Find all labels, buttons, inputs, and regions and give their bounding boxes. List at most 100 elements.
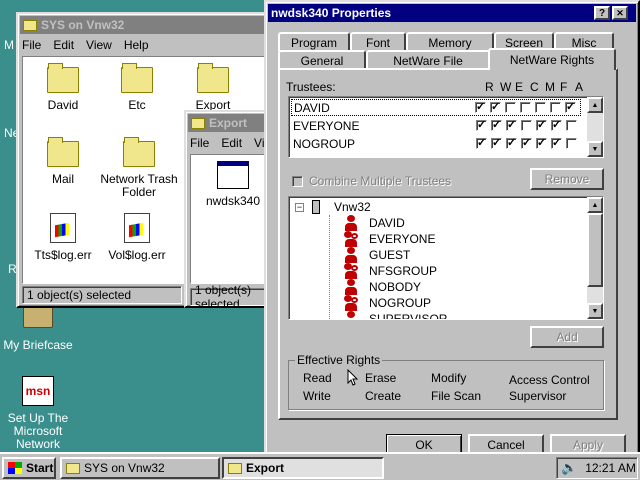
item-label: nwdsk340 (205, 194, 261, 208)
tree-item[interactable]: GUEST (343, 247, 410, 263)
export-window-titlebar[interactable]: Export (188, 114, 272, 132)
menu-edit[interactable]: Edit (53, 38, 74, 52)
close-button[interactable]: ✕ (612, 6, 628, 20)
folder-item-etc[interactable]: Etc (97, 63, 177, 112)
collapse-icon[interactable]: − (295, 202, 304, 212)
folder-item-export[interactable]: Export (173, 63, 253, 112)
tab-netware-rights[interactable]: NetWare Rights (488, 48, 616, 70)
desktop-icon-briefcase[interactable]: My Briefcase (2, 304, 74, 352)
right-checkbox-m[interactable] (536, 136, 547, 149)
rights-header-a: A (575, 80, 584, 94)
tree-root[interactable]: − Vnw32 (295, 199, 371, 215)
right-checkbox-e[interactable] (505, 102, 516, 113)
trustees-list[interactable]: DAVID EVERYONE NOGROUP ▲ ▼ (288, 96, 604, 158)
tree-scrollbar[interactable]: ▲ ▼ (587, 197, 603, 319)
right-checkbox-w[interactable] (491, 118, 502, 131)
right-checkbox-r[interactable] (475, 100, 486, 113)
sys-window-titlebar[interactable]: SYS on Vnw32 (20, 16, 274, 34)
right-checkbox-r[interactable] (476, 136, 487, 149)
properties-titlebar[interactable]: nwdsk340 Properties (268, 4, 636, 22)
scroll-down-arrow[interactable]: ▼ (587, 303, 603, 319)
tab-netware-file[interactable]: NetWare File (366, 50, 490, 69)
trustee-row[interactable]: EVERYONE (291, 117, 581, 134)
properties-dialog: nwdsk340 Properties ? ✕ Program Font Mem… (264, 0, 640, 456)
right-checkbox-c[interactable] (521, 120, 532, 131)
trustees-label: Trustees: (286, 80, 336, 94)
clock[interactable]: 12:21 AM (585, 461, 636, 475)
trustee-rights (476, 136, 581, 149)
sys-window-title: SYS on Vnw32 (41, 18, 125, 32)
menu-file[interactable]: File (22, 38, 41, 52)
user-icon (343, 279, 359, 295)
right-checkbox-f[interactable] (551, 118, 562, 131)
tree-item[interactable]: NOGROUP (343, 295, 431, 311)
scroll-down-arrow[interactable]: ▼ (587, 141, 603, 157)
menu-file[interactable]: File (190, 136, 209, 150)
tree-item[interactable]: DAVID (343, 215, 405, 231)
file-item-vol-log[interactable]: Vol$log.err (97, 213, 177, 262)
task-export[interactable]: Export (222, 457, 384, 479)
help-button[interactable]: ? (594, 6, 610, 20)
tab-general[interactable]: General (278, 50, 366, 69)
desktop-icon-msn[interactable]: msn Set Up The Microsoft Network (2, 376, 74, 451)
right-checkbox-a[interactable] (565, 100, 576, 113)
rights-header-m: M (545, 80, 555, 94)
right-access-control: Access Control (509, 373, 590, 387)
user-icon (343, 311, 359, 319)
right-checkbox-r[interactable] (476, 118, 487, 131)
tab-memory[interactable]: Memory (406, 32, 494, 51)
tree-item[interactable]: NOBODY (343, 279, 421, 295)
export-statusbar: 1 object(s) selected (190, 283, 274, 311)
trustees-scrollbar[interactable]: ▲ ▼ (587, 97, 603, 157)
folder-item-network-trash[interactable]: Network Trash Folder (97, 137, 181, 199)
right-checkbox-f[interactable] (551, 136, 562, 149)
trustee-row[interactable]: NOGROUP (291, 135, 581, 152)
right-checkbox-w[interactable] (490, 100, 501, 113)
tree-item[interactable]: NFSGROUP (343, 263, 437, 279)
add-button[interactable]: Add (530, 326, 604, 348)
tree-item-label: NOBODY (369, 280, 422, 294)
remove-button[interactable]: Remove (530, 168, 604, 190)
right-checkbox-e[interactable] (506, 136, 517, 149)
item-label: Vol$log.err (108, 248, 166, 262)
tab-font[interactable]: Font (350, 32, 406, 51)
folder-icon (23, 19, 37, 31)
right-checkbox-m[interactable] (536, 118, 547, 131)
menu-help[interactable]: Help (124, 38, 149, 52)
tree-item[interactable]: EVERYONE (343, 231, 435, 247)
item-label: Mail (51, 172, 74, 186)
task-sys-on-vnw32[interactable]: SYS on Vnw32 (60, 457, 220, 479)
tab-panel: Trustees: R W E C M F A DAVID EVERYONE N… (278, 68, 618, 420)
menu-edit[interactable]: Edit (221, 136, 242, 150)
rights-header-w: W (500, 80, 512, 94)
right-checkbox-e[interactable] (506, 118, 517, 131)
combine-trustees-checkbox[interactable]: Combine Multiple Trustees (292, 174, 451, 188)
folder-item-mail[interactable]: Mail (23, 137, 103, 186)
right-checkbox-a[interactable] (566, 138, 577, 149)
group-icon (343, 263, 359, 279)
right-checkbox-a[interactable] (566, 120, 577, 131)
file-item-nwdsk340[interactable]: nwdsk340 (193, 161, 273, 208)
tab-program[interactable]: Program (278, 32, 350, 51)
sys-statusbar: 1 object(s) selected (22, 286, 182, 304)
trustee-row[interactable]: DAVID (291, 99, 581, 116)
users-tree[interactable]: − Vnw32 DAVID EVERYONE GUEST NFSGROUP NO… (288, 196, 604, 320)
scroll-thumb[interactable] (587, 213, 603, 287)
speaker-icon[interactable]: 🔈 (561, 460, 577, 476)
right-checkbox-c[interactable] (520, 102, 531, 113)
right-checkbox-m[interactable] (535, 102, 546, 113)
scroll-up-arrow[interactable]: ▲ (587, 97, 603, 113)
tree-item[interactable]: SUPERVISOR (343, 311, 447, 319)
right-checkbox-w[interactable] (491, 136, 502, 149)
file-item-tts-log[interactable]: Tts$log.err (23, 213, 103, 262)
folder-icon (121, 63, 153, 93)
right-checkbox-c[interactable] (521, 136, 532, 149)
right-checkbox-f[interactable] (550, 102, 561, 113)
folder-item-david[interactable]: David (23, 63, 103, 112)
start-button[interactable]: Start (2, 457, 56, 479)
scroll-up-arrow[interactable]: ▲ (587, 197, 603, 213)
menu-view[interactable]: View (86, 38, 112, 52)
task-label: SYS on Vnw32 (84, 461, 165, 475)
right-read: Read (303, 371, 332, 385)
mouse-cursor-icon (347, 369, 359, 386)
